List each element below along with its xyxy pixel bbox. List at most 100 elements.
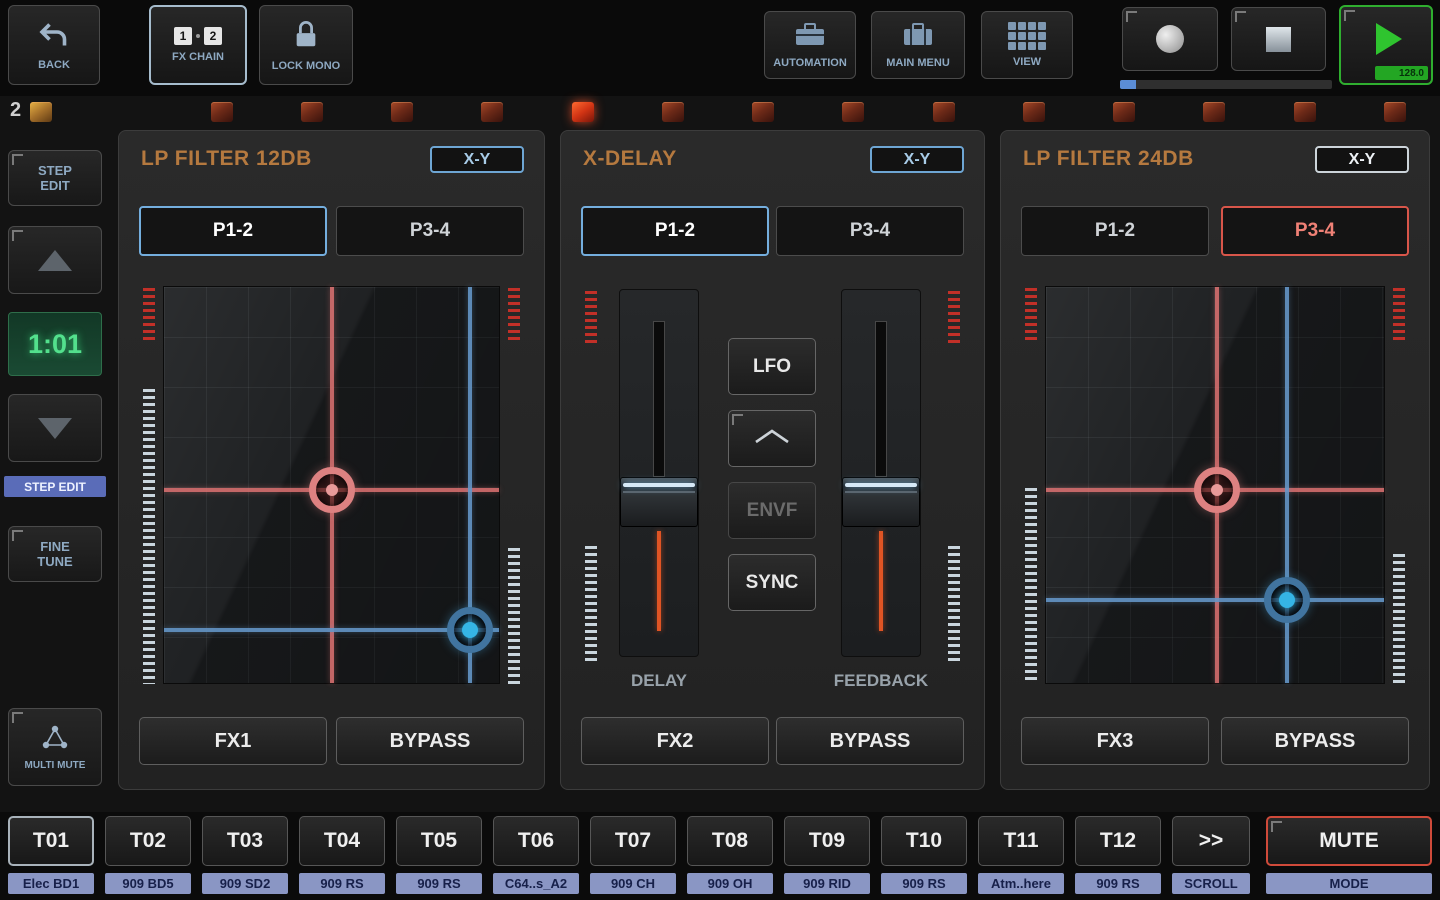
fx-chain-badge-1: 1 bbox=[174, 27, 192, 45]
fx-slot-button[interactable]: FX1 bbox=[139, 717, 327, 765]
drum-pad-icon[interactable] bbox=[1023, 102, 1045, 122]
drum-pad-icon[interactable] bbox=[30, 102, 52, 122]
track-sound-label: 909 OH bbox=[687, 873, 773, 894]
track-sound-label: 909 BD5 bbox=[105, 873, 191, 894]
main-menu-button[interactable]: MAIN MENU bbox=[871, 11, 965, 79]
track-button[interactable]: T03 bbox=[202, 816, 288, 866]
fader-handle[interactable] bbox=[620, 477, 698, 527]
track-button[interactable]: T10 bbox=[881, 816, 967, 866]
automation-label: AUTOMATION bbox=[773, 57, 847, 69]
fx-panel-lp-filter-12db: LP FILTER 12DB X-Y P1-2 P3-4 bbox=[118, 130, 545, 790]
drum-pad-icon[interactable] bbox=[1384, 102, 1406, 122]
nudge-down-button[interactable] bbox=[8, 394, 102, 462]
drum-pad-icon[interactable] bbox=[211, 102, 233, 122]
automation-button[interactable]: AUTOMATION bbox=[764, 11, 856, 79]
track-button[interactable]: T01 bbox=[8, 816, 94, 866]
drum-pad-icon-active[interactable] bbox=[572, 102, 594, 122]
view-button[interactable]: VIEW bbox=[981, 11, 1073, 79]
drum-pad-icon[interactable] bbox=[752, 102, 774, 122]
lfo-button[interactable]: LFO bbox=[728, 338, 816, 395]
lock-mono-button[interactable]: LOCK MONO bbox=[259, 5, 353, 85]
xy-mode-button[interactable]: X-Y bbox=[1315, 146, 1409, 173]
envf-button[interactable]: ENVF bbox=[728, 482, 816, 539]
drum-pad-icon[interactable] bbox=[481, 102, 503, 122]
xy-pad[interactable] bbox=[1045, 286, 1385, 684]
step-edit-button-label: STEP EDIT bbox=[25, 163, 85, 193]
page-button-p3-4[interactable]: P3-4 bbox=[1221, 206, 1409, 256]
nudge-up-button[interactable] bbox=[8, 226, 102, 294]
page-button-p1-2[interactable]: P1-2 bbox=[581, 206, 769, 256]
page-button-p3-4[interactable]: P3-4 bbox=[776, 206, 964, 256]
sync-button[interactable]: SYNC bbox=[728, 554, 816, 611]
xy-puck-red[interactable] bbox=[1194, 467, 1240, 513]
fx-button-row: FX1 BYPASS bbox=[139, 717, 524, 765]
track-cell: T04 909 RS bbox=[299, 816, 385, 894]
xy-mode-button[interactable]: X-Y bbox=[430, 146, 524, 173]
drum-pad-icon[interactable] bbox=[1203, 102, 1225, 122]
track-button[interactable]: T09 bbox=[784, 816, 870, 866]
track-sound-label: Atm..here bbox=[978, 873, 1064, 894]
step-edit-button[interactable]: STEP EDIT bbox=[8, 150, 102, 206]
page-button-p1-2[interactable]: P1-2 bbox=[139, 206, 327, 256]
bpm-display: 128.0 bbox=[1375, 66, 1428, 80]
xy-puck-red[interactable] bbox=[309, 467, 355, 513]
track-button[interactable]: T08 bbox=[687, 816, 773, 866]
drum-pad-icon[interactable] bbox=[1294, 102, 1316, 122]
page-button-p3-4[interactable]: P3-4 bbox=[336, 206, 524, 256]
fx-slot-button[interactable]: FX3 bbox=[1021, 717, 1209, 765]
fader-feedback[interactable] bbox=[839, 289, 923, 661]
xy-puck-blue[interactable] bbox=[447, 607, 493, 653]
scroll-button[interactable]: >> bbox=[1172, 816, 1250, 866]
bypass-button[interactable]: BYPASS bbox=[1221, 717, 1409, 765]
xy-pad[interactable] bbox=[163, 286, 500, 684]
lfo-wave-button[interactable] bbox=[728, 410, 816, 467]
track-button[interactable]: T05 bbox=[396, 816, 482, 866]
level-meter-left bbox=[1025, 288, 1037, 684]
track-button[interactable]: T07 bbox=[590, 816, 676, 866]
track-sound-label: 909 RS bbox=[299, 873, 385, 894]
crosshair-y-blue bbox=[1285, 287, 1289, 683]
track-button[interactable]: T04 bbox=[299, 816, 385, 866]
fx-chain-dot-icon bbox=[196, 34, 200, 38]
record-button[interactable] bbox=[1122, 7, 1218, 71]
drum-pad-icon[interactable] bbox=[662, 102, 684, 122]
page-row: P1-2 P3-4 bbox=[139, 206, 524, 256]
bypass-button[interactable]: BYPASS bbox=[336, 717, 524, 765]
main-menu-label: MAIN MENU bbox=[886, 57, 950, 69]
track-button[interactable]: T06 bbox=[493, 816, 579, 866]
track-button[interactable]: T02 bbox=[105, 816, 191, 866]
track-bar: T01 Elec BD1 T02 909 BD5 T03 909 SD2 T04… bbox=[0, 812, 1440, 900]
xy-puck-blue[interactable] bbox=[1264, 577, 1310, 623]
stop-button[interactable] bbox=[1231, 7, 1326, 71]
xy-area bbox=[1001, 286, 1429, 686]
mode-label: MODE bbox=[1266, 873, 1432, 894]
page-row: P1-2 P3-4 bbox=[581, 206, 964, 256]
track-cell: T08 909 OH bbox=[687, 816, 773, 894]
track-button[interactable]: T12 bbox=[1075, 816, 1161, 866]
mute-mode-button[interactable]: MUTE bbox=[1266, 816, 1432, 866]
page-button-p1-2[interactable]: P1-2 bbox=[1021, 206, 1209, 256]
bypass-button[interactable]: BYPASS bbox=[776, 717, 964, 765]
level-meter-right bbox=[1393, 288, 1405, 684]
play-button[interactable]: 128.0 bbox=[1339, 5, 1433, 85]
xy-mode-button[interactable]: X-Y bbox=[870, 146, 964, 173]
fader-delay[interactable] bbox=[617, 289, 701, 661]
drum-pad-icon[interactable] bbox=[301, 102, 323, 122]
fx-chain-button[interactable]: 1 2 FX CHAIN bbox=[149, 5, 247, 85]
back-button[interactable]: BACK bbox=[8, 5, 100, 85]
fader-handle[interactable] bbox=[842, 477, 920, 527]
fx-chain-icon: 1 2 bbox=[174, 27, 222, 45]
fx-slot-button[interactable]: FX2 bbox=[581, 717, 769, 765]
multi-mute-button[interactable]: MULTI MUTE bbox=[8, 708, 102, 786]
drum-pad-icon[interactable] bbox=[842, 102, 864, 122]
crosshair-x-blue bbox=[1046, 598, 1384, 602]
fine-tune-button[interactable]: FINE TUNE bbox=[8, 526, 102, 582]
back-label: BACK bbox=[38, 59, 70, 71]
fader-label-feedback: FEEDBACK bbox=[819, 671, 943, 691]
drum-pad-icon[interactable] bbox=[933, 102, 955, 122]
track-button[interactable]: T11 bbox=[978, 816, 1064, 866]
scroll-cell: >> SCROLL bbox=[1172, 816, 1250, 894]
drum-pad-icon[interactable] bbox=[1113, 102, 1135, 122]
track-cell: T12 909 RS bbox=[1075, 816, 1161, 894]
drum-pad-icon[interactable] bbox=[391, 102, 413, 122]
